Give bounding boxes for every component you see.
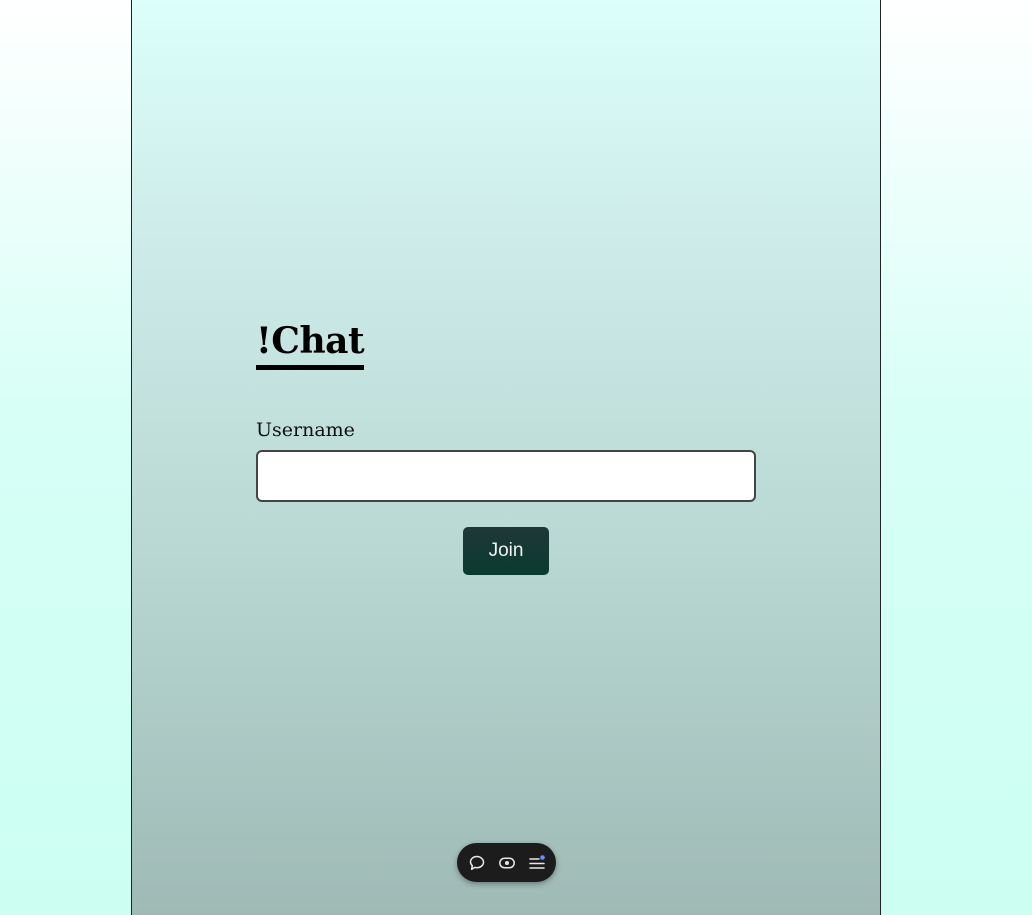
app-title: !Chat [256,319,365,370]
chat-bubble-icon [469,855,484,870]
login-form: !Chat Username Join [256,319,756,575]
chat-toolbar-button[interactable] [468,854,486,872]
menu-toolbar-button[interactable] [528,854,546,872]
username-input[interactable] [256,450,756,502]
eye-icon [498,857,515,868]
notification-dot [539,854,545,860]
app-panel: !Chat Username Join [131,0,881,915]
menu-lines-icon [528,854,545,869]
username-label: Username [256,419,355,441]
join-button[interactable]: Join [463,527,549,575]
join-row: Join [256,527,756,575]
preview-toolbar-button[interactable] [498,854,516,872]
floating-toolbar [457,843,556,882]
